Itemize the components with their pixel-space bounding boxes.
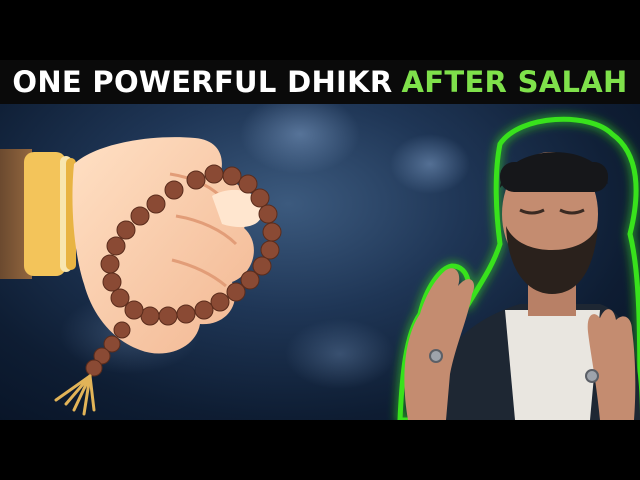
- ring-right: [585, 369, 599, 383]
- letterbox-bottom: [0, 420, 640, 480]
- scene-illustration: [0, 94, 640, 420]
- letterbox-top: [0, 0, 640, 60]
- ring-left: [429, 349, 443, 363]
- cartoon-hand: [0, 137, 262, 354]
- thumbnail-scene: [0, 94, 640, 420]
- title-text-white: ONE POWERFUL DHIKR: [12, 65, 393, 99]
- thumbnail-frame: ONE POWERFUL DHIKR AFTER SALAH: [0, 60, 640, 420]
- title-banner: ONE POWERFUL DHIKR AFTER SALAH: [0, 60, 640, 104]
- title-text-green: AFTER SALAH: [401, 65, 628, 99]
- bead-tassel: [54, 374, 96, 416]
